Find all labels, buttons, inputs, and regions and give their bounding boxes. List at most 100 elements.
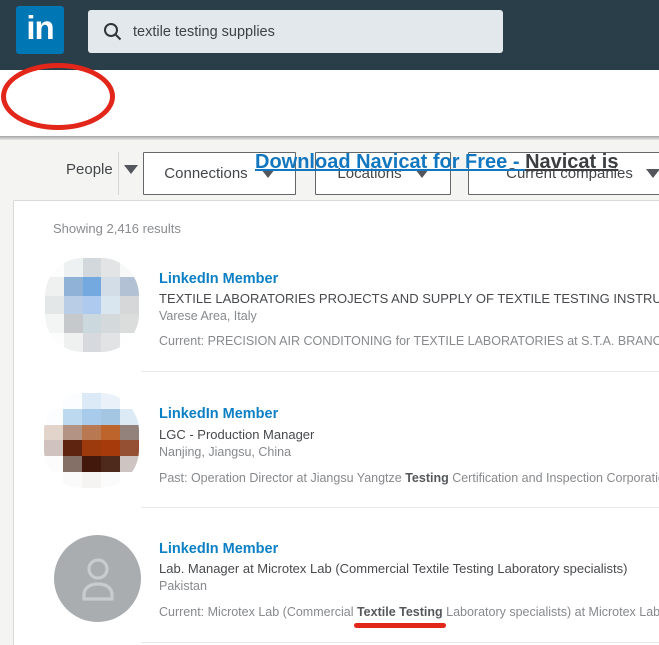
filter-bar-shadow (0, 136, 659, 140)
snippet-part: Testing (405, 471, 449, 485)
pixel-cell (101, 393, 120, 409)
pixel-cell (64, 333, 83, 352)
pixel-cell (120, 472, 139, 488)
pixel-cell (82, 425, 101, 441)
pixel-cell (44, 425, 63, 441)
pixel-cell (101, 314, 120, 333)
pixel-cell (120, 409, 139, 425)
member-headline: LGC - Production Manager (159, 427, 314, 442)
pixel-row (44, 440, 139, 456)
pixel-cell (45, 314, 64, 333)
pixel-cell (64, 296, 83, 315)
filter-divider (118, 152, 119, 195)
member-name-link[interactable]: LinkedIn Member (159, 541, 278, 557)
pixel-cell (101, 425, 120, 441)
ad-rest-text: Navicat is (525, 151, 618, 173)
pixel-cell (45, 333, 64, 352)
snippet-part: Current: PRECISION AIR CONDITONING for T… (159, 334, 659, 348)
ad-banner-link[interactable]: Download Navicat for Free - Navicat is (255, 151, 618, 174)
result-divider (141, 507, 659, 508)
chevron-down-icon (646, 169, 659, 178)
pixel-cell (101, 258, 120, 277)
pixel-row (45, 277, 139, 296)
linkedin-logo[interactable]: in (16, 6, 64, 54)
blurred-photo-pixels (44, 393, 139, 488)
member-location: Varese Area, Italy (159, 309, 257, 323)
pixel-cell (44, 456, 63, 472)
pixel-row (44, 425, 139, 441)
pixel-row (44, 409, 139, 425)
profile-photo[interactable] (45, 258, 139, 352)
member-snippet: Current: Microtex Lab (Commercial Textil… (159, 605, 659, 619)
pixel-cell (120, 333, 139, 352)
search-results-card: Showing 2,416 results LinkedIn Member TE… (13, 200, 659, 645)
pixel-cell (44, 472, 63, 488)
result-divider (141, 642, 659, 643)
pixel-cell (120, 277, 139, 296)
profile-photo[interactable] (44, 393, 139, 488)
pixel-cell (120, 296, 139, 315)
chevron-down-icon (124, 165, 138, 174)
search-input[interactable] (133, 24, 503, 40)
pixel-cell (83, 277, 102, 296)
pixel-cell (64, 258, 83, 277)
filter-people-label: People (66, 161, 113, 178)
pixel-cell (64, 314, 83, 333)
pixel-cell (82, 409, 101, 425)
pixel-cell (101, 456, 120, 472)
filter-people[interactable]: People (66, 161, 138, 178)
member-headline: TEXTILE LABORATORIES PROJECTS AND SUPPLY… (159, 291, 659, 306)
pixel-cell (82, 393, 101, 409)
ad-link-text[interactable]: Download Navicat for Free - (255, 151, 525, 173)
pixel-cell (120, 314, 139, 333)
snippet-part: Certification and Inspection Corporation (449, 471, 659, 485)
pixel-cell (120, 258, 139, 277)
pixel-cell (82, 456, 101, 472)
pixel-cell (120, 456, 139, 472)
pixel-cell (101, 296, 120, 315)
pixel-cell (63, 393, 82, 409)
pixel-cell (83, 314, 102, 333)
pixel-cell (83, 296, 102, 315)
member-name-link[interactable]: LinkedIn Member (159, 406, 278, 422)
pixel-cell (101, 277, 120, 296)
pixel-cell (82, 440, 101, 456)
snippet-part: Laboratory specialists) at Microtex Lab (443, 605, 659, 619)
pixel-cell (120, 440, 139, 456)
search-bar[interactable] (88, 10, 503, 53)
pixel-cell (120, 425, 139, 441)
pixel-cell (44, 393, 63, 409)
snippet-part: Current: Microtex Lab (Commercial (159, 605, 357, 619)
pixel-cell (45, 258, 64, 277)
snippet-part: Past: Operation Director at Jiangsu Yang… (159, 471, 405, 485)
pixel-cell (83, 333, 102, 352)
pixel-row (45, 258, 139, 277)
filter-bar: People Connections Locations Current com… (0, 70, 659, 136)
pixel-cell (44, 440, 63, 456)
pixel-row (45, 333, 139, 352)
top-navigation-bar: in (0, 0, 659, 70)
member-location: Nanjing, Jiangsu, China (159, 445, 291, 459)
results-count: Showing 2,416 results (53, 221, 181, 236)
pixel-cell (101, 333, 120, 352)
member-headline: Lab. Manager at Microtex Lab (Commercial… (159, 561, 627, 576)
pixel-cell (44, 409, 63, 425)
annotation-underline-target: Textile Testing (357, 605, 443, 619)
pixel-cell (63, 425, 82, 441)
pixel-cell (101, 409, 120, 425)
pixel-row (44, 472, 139, 488)
member-snippet: Current: PRECISION AIR CONDITONING for T… (159, 334, 659, 348)
pixel-cell (82, 472, 101, 488)
person-icon (77, 556, 119, 602)
search-icon (103, 22, 122, 41)
pixel-cell (45, 296, 64, 315)
pixel-row (45, 314, 139, 333)
pixel-cell (63, 456, 82, 472)
pixel-row (45, 296, 139, 315)
pixel-cell (83, 258, 102, 277)
pixel-cell (64, 277, 83, 296)
member-name-link[interactable]: LinkedIn Member (159, 271, 278, 287)
filter-connections-label: Connections (164, 165, 247, 182)
pixel-cell (101, 440, 120, 456)
ghost-avatar[interactable] (54, 535, 141, 622)
